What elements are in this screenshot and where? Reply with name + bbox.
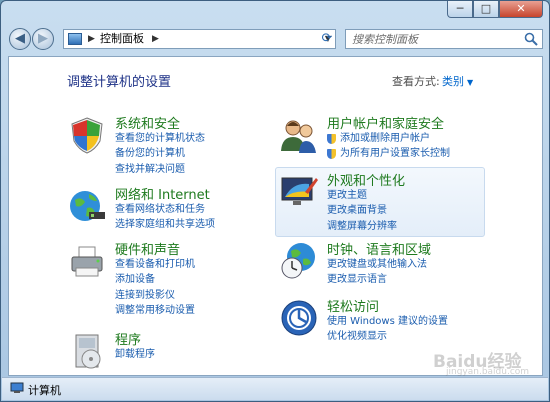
category-title[interactable]: 硬件和声音 (115, 239, 180, 258)
view-by-label: 查看方式: (392, 75, 440, 88)
search-box[interactable] (345, 29, 543, 49)
view-by-dropdown[interactable]: 类别 ▼ (442, 73, 473, 89)
task-link[interactable]: 更改桌面背景 (327, 203, 397, 218)
search-input[interactable] (350, 32, 514, 47)
refresh-button[interactable]: ⟳ (317, 30, 337, 48)
watermark-url: jingyan.baidu.com (446, 367, 530, 377)
programs-icon[interactable] (67, 331, 107, 371)
category-title[interactable]: 外观和个性化 (327, 170, 405, 189)
computer-icon (10, 382, 24, 393)
task-link[interactable]: 卸载程序 (115, 347, 155, 362)
users-icon[interactable] (279, 115, 319, 155)
category-title[interactable]: 网络和 Internet (115, 184, 210, 203)
network-globe-icon[interactable] (67, 186, 107, 226)
task-link[interactable]: 查看您的计算机状态 (115, 131, 205, 146)
task-link[interactable]: 连接到投影仪 (115, 288, 195, 303)
task-link[interactable]: 更改键盘或其他输入法 (327, 257, 427, 272)
status-label: 计算机 (28, 384, 61, 397)
control-panel-icon (68, 33, 82, 45)
chevron-right-icon[interactable]: ▶ (152, 30, 159, 48)
search-icon[interactable] (524, 32, 538, 46)
task-link[interactable]: 查看网络状态和任务 (115, 202, 215, 217)
task-link[interactable]: 调整屏幕分辨率 (327, 219, 397, 234)
appearance-icon[interactable] (279, 172, 319, 212)
category-title[interactable]: 轻松访问 (327, 296, 379, 315)
shield-icon[interactable] (67, 115, 107, 155)
task-link[interactable]: 为所有用户设置家长控制 (327, 146, 450, 161)
back-button[interactable]: ◀ (9, 28, 31, 50)
ease-of-access-icon[interactable] (279, 298, 319, 338)
page-title: 调整计算机的设置 (67, 75, 172, 90)
task-link[interactable]: 使用 Windows 建议的设置 (327, 314, 448, 329)
chevron-right-icon[interactable]: ▶ (88, 30, 95, 48)
task-link[interactable]: 优化视频显示 (327, 329, 448, 344)
address-bar[interactable]: ▶ 控制面板 ▶ ▼ (63, 29, 336, 49)
task-link[interactable]: 选择家庭组和共享选项 (115, 217, 215, 232)
status-bar: 计算机 (2, 377, 548, 400)
chevron-down-icon: ▼ (467, 78, 474, 87)
task-link[interactable]: 更改主题 (327, 188, 397, 203)
minimize-button[interactable]: ─ (447, 1, 473, 18)
clock-globe-icon[interactable] (279, 241, 319, 281)
caption-buttons: ─ □ ✕ (447, 1, 543, 18)
control-panel-window: ─ □ ✕ ◀ ▶ ▶ 控制面板 ▶ ▼ ⟳ 调整计算机的设置 查看方式: 类别… (0, 0, 550, 402)
close-button[interactable]: ✕ (499, 1, 543, 18)
task-link[interactable]: 查看设备和打印机 (115, 257, 195, 272)
task-link[interactable]: 调整常用移动设置 (115, 303, 195, 318)
task-link[interactable]: 备份您的计算机 (115, 146, 205, 161)
task-link[interactable]: 添加设备 (115, 272, 195, 287)
main-content: 调整计算机的设置 查看方式: 类别 ▼ 系统和安全 查看您的计算机状态 备份您的计… (8, 56, 543, 376)
category-title[interactable]: 时钟、语言和区域 (327, 239, 431, 258)
category-title[interactable]: 程序 (115, 329, 141, 348)
maximize-button[interactable]: □ (473, 1, 499, 18)
breadcrumb[interactable]: 控制面板 (100, 30, 144, 48)
category-title[interactable]: 系统和安全 (115, 113, 180, 132)
task-link[interactable]: 添加或删除用户帐户 (327, 131, 450, 146)
task-link[interactable]: 查找并解决问题 (115, 162, 205, 177)
category-title[interactable]: 用户帐户和家庭安全 (327, 113, 444, 132)
forward-button[interactable]: ▶ (32, 28, 54, 50)
printer-icon[interactable] (67, 241, 107, 281)
task-link[interactable]: 更改显示语言 (327, 272, 427, 287)
